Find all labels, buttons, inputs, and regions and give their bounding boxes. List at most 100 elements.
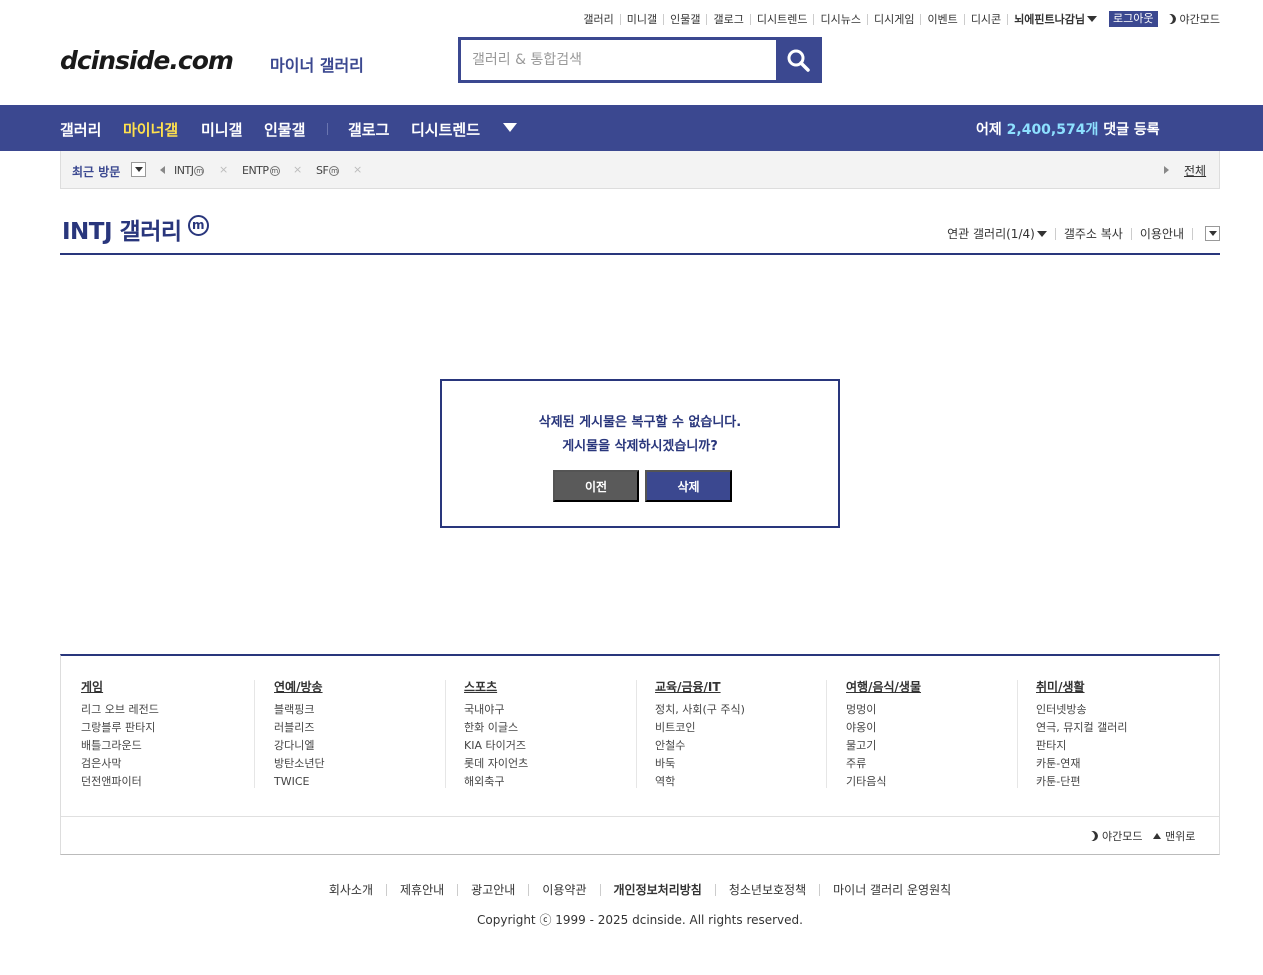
category-link[interactable]: 블랙핑크 [274,701,454,719]
category-sports: 스포츠 국내야구 한화 이글스 KIA 타이거즈 롯데 자이언츠 해외축구 [464,678,644,791]
category-link[interactable]: 역학 [655,773,835,791]
top-link-dctrend[interactable]: 디시트렌드 [749,13,814,25]
nav-mini-gallery[interactable]: 미니갤 [201,119,242,140]
category-title[interactable]: 교육/금융/IT [655,678,835,695]
scroll-top-button[interactable]: 맨위로 [1153,828,1195,844]
category-link[interactable]: KIA 타이거즈 [464,737,644,755]
link-advertising[interactable]: 광고안내 [457,884,528,896]
category-title[interactable]: 게임 [81,678,261,695]
top-link-gallog[interactable]: 갤로그 [706,13,749,25]
related-gallery-button[interactable]: 연관 갤러리(1/4) [939,228,1055,240]
category-link[interactable]: 안철수 [655,737,835,755]
category-link[interactable]: 바둑 [655,755,835,773]
recent-item-label: INTJ [174,164,194,177]
link-minor-gallery-rules[interactable]: 마이너 갤러리 운영원칙 [819,884,964,896]
top-link-dccon[interactable]: 디시콘 [963,13,1007,25]
close-icon[interactable]: × [353,163,362,176]
moon-icon [1164,13,1177,26]
category-link[interactable]: 던전앤파이터 [81,773,261,791]
chevron-down-icon [1208,231,1217,236]
dialog-message-line2: 게시물을 삭제하시겠습니까? [562,439,718,454]
category-link[interactable]: 검은사막 [81,755,261,773]
category-link[interactable]: 물고기 [846,737,1026,755]
category-link[interactable]: 해외축구 [464,773,644,791]
category-title[interactable]: 연예/방송 [274,678,454,695]
category-link[interactable]: 러블리즈 [274,719,454,737]
category-link[interactable]: 강다니엘 [274,737,454,755]
footer-divider [61,816,1219,817]
nav-dctrend[interactable]: 디시트렌드 [411,119,480,140]
category-link[interactable]: 연극, 뮤지컬 갤러리 [1036,719,1216,737]
prev-button[interactable]: 이전 [553,470,639,502]
category-link[interactable]: 롯데 자이언츠 [464,755,644,773]
link-privacy[interactable]: 개인정보처리방침 [599,884,715,896]
arrow-right-icon[interactable] [1164,166,1169,174]
category-link[interactable]: 멍멍이 [846,701,1026,719]
category-link[interactable]: 비트코인 [655,719,835,737]
nav-gallog[interactable]: 갤로그 [348,119,389,140]
category-education: 교육/금융/IT 정치, 사회(구 주식) 비트코인 안철수 바둑 역학 [655,678,835,791]
category-link[interactable]: 주류 [846,755,1026,773]
footer-night-mode-label: 야간모드 [1102,830,1143,843]
category-hobby: 취미/생활 인터넷방송 연극, 뮤지컬 갤러리 판타지 카툰-연재 카툰-단편 [1036,678,1216,791]
link-partnership[interactable]: 제휴안내 [386,884,457,896]
delete-button[interactable]: 삭제 [645,470,732,502]
copy-gallery-url-button[interactable]: 갤주소 복사 [1054,227,1131,240]
top-link-persongall[interactable]: 인물갤 [663,13,706,25]
category-link[interactable]: 정치, 사회(구 주식) [655,701,835,719]
nav-minor-gallery[interactable]: 마이너갤 [123,119,178,140]
category-link[interactable]: 기타음식 [846,773,1026,791]
usage-guide-link[interactable]: 이용안내 [1130,227,1193,240]
moon-icon [1087,830,1100,843]
column-divider [254,680,255,788]
top-link-dcnews[interactable]: 디시뉴스 [813,13,866,25]
minor-badge-icon: m [329,165,340,176]
search-input[interactable] [461,40,776,80]
category-title[interactable]: 스포츠 [464,678,644,695]
site-logo-sub[interactable]: 마이너 갤러리 [270,52,364,76]
recent-item-sf[interactable]: SF m [316,164,340,177]
nav-person-gallery[interactable]: 인물갤 [264,119,305,140]
link-terms[interactable]: 이용약관 [528,884,599,896]
search-button[interactable] [776,40,819,80]
category-link[interactable]: 국내야구 [464,701,644,719]
arrow-left-icon[interactable] [160,166,165,174]
recent-all-link[interactable]: 전체 [1184,162,1206,179]
night-mode-toggle[interactable]: 야간모드 [1166,11,1220,27]
category-title[interactable]: 여행/음식/생물 [846,678,1026,695]
link-youth-protection[interactable]: 청소년보호정책 [714,884,819,896]
category-link[interactable]: 야옹이 [846,719,1026,737]
category-game: 게임 리그 오브 레전드 그랑블루 판타지 배틀그라운드 검은사막 던전앤파이터 [81,678,261,791]
nav-more-icon[interactable] [503,123,517,132]
gallery-tools-toggle[interactable] [1205,226,1220,241]
category-link[interactable]: 배틀그라운드 [81,737,261,755]
category-link[interactable]: 인터넷방송 [1036,701,1216,719]
logout-button[interactable]: 로그아웃 [1109,11,1158,27]
category-link[interactable]: 한화 이글스 [464,719,644,737]
category-link[interactable]: TWICE [274,773,454,791]
recent-item-intj[interactable]: INTJ m [174,164,205,177]
close-icon[interactable]: × [219,163,228,176]
category-link[interactable]: 방탄소년단 [274,755,454,773]
column-divider [636,680,637,788]
top-link-gallery[interactable]: 갤러리 [577,14,619,25]
bottom-links: 회사소개 제휴안내 광고안내 이용약관 개인정보처리방침 청소년보호정책 마이너… [0,884,1263,896]
chevron-down-icon [134,167,143,172]
recent-visits-toggle[interactable] [131,162,146,177]
top-link-minigall[interactable]: 미니갤 [619,13,663,25]
category-title[interactable]: 취미/생활 [1036,678,1216,695]
category-link[interactable]: 리그 오브 레전드 [81,701,261,719]
close-icon[interactable]: × [293,163,302,176]
site-logo[interactable]: dcinside.com [60,46,234,75]
nav-gallery[interactable]: 갤러리 [60,119,101,140]
footer-night-mode-toggle[interactable]: 야간모드 [1088,828,1142,844]
link-company[interactable]: 회사소개 [316,884,386,896]
recent-item-entp[interactable]: ENTP m [242,164,280,177]
category-link[interactable]: 카툰-연재 [1036,755,1216,773]
category-link[interactable]: 그랑블루 판타지 [81,719,261,737]
category-link[interactable]: 카툰-단편 [1036,773,1216,791]
user-menu[interactable]: 뇌에핀트나감님 [1007,13,1103,25]
category-link[interactable]: 판타지 [1036,737,1216,755]
top-link-dcgame[interactable]: 디시게임 [866,13,920,25]
top-link-event[interactable]: 이벤트 [920,13,963,25]
